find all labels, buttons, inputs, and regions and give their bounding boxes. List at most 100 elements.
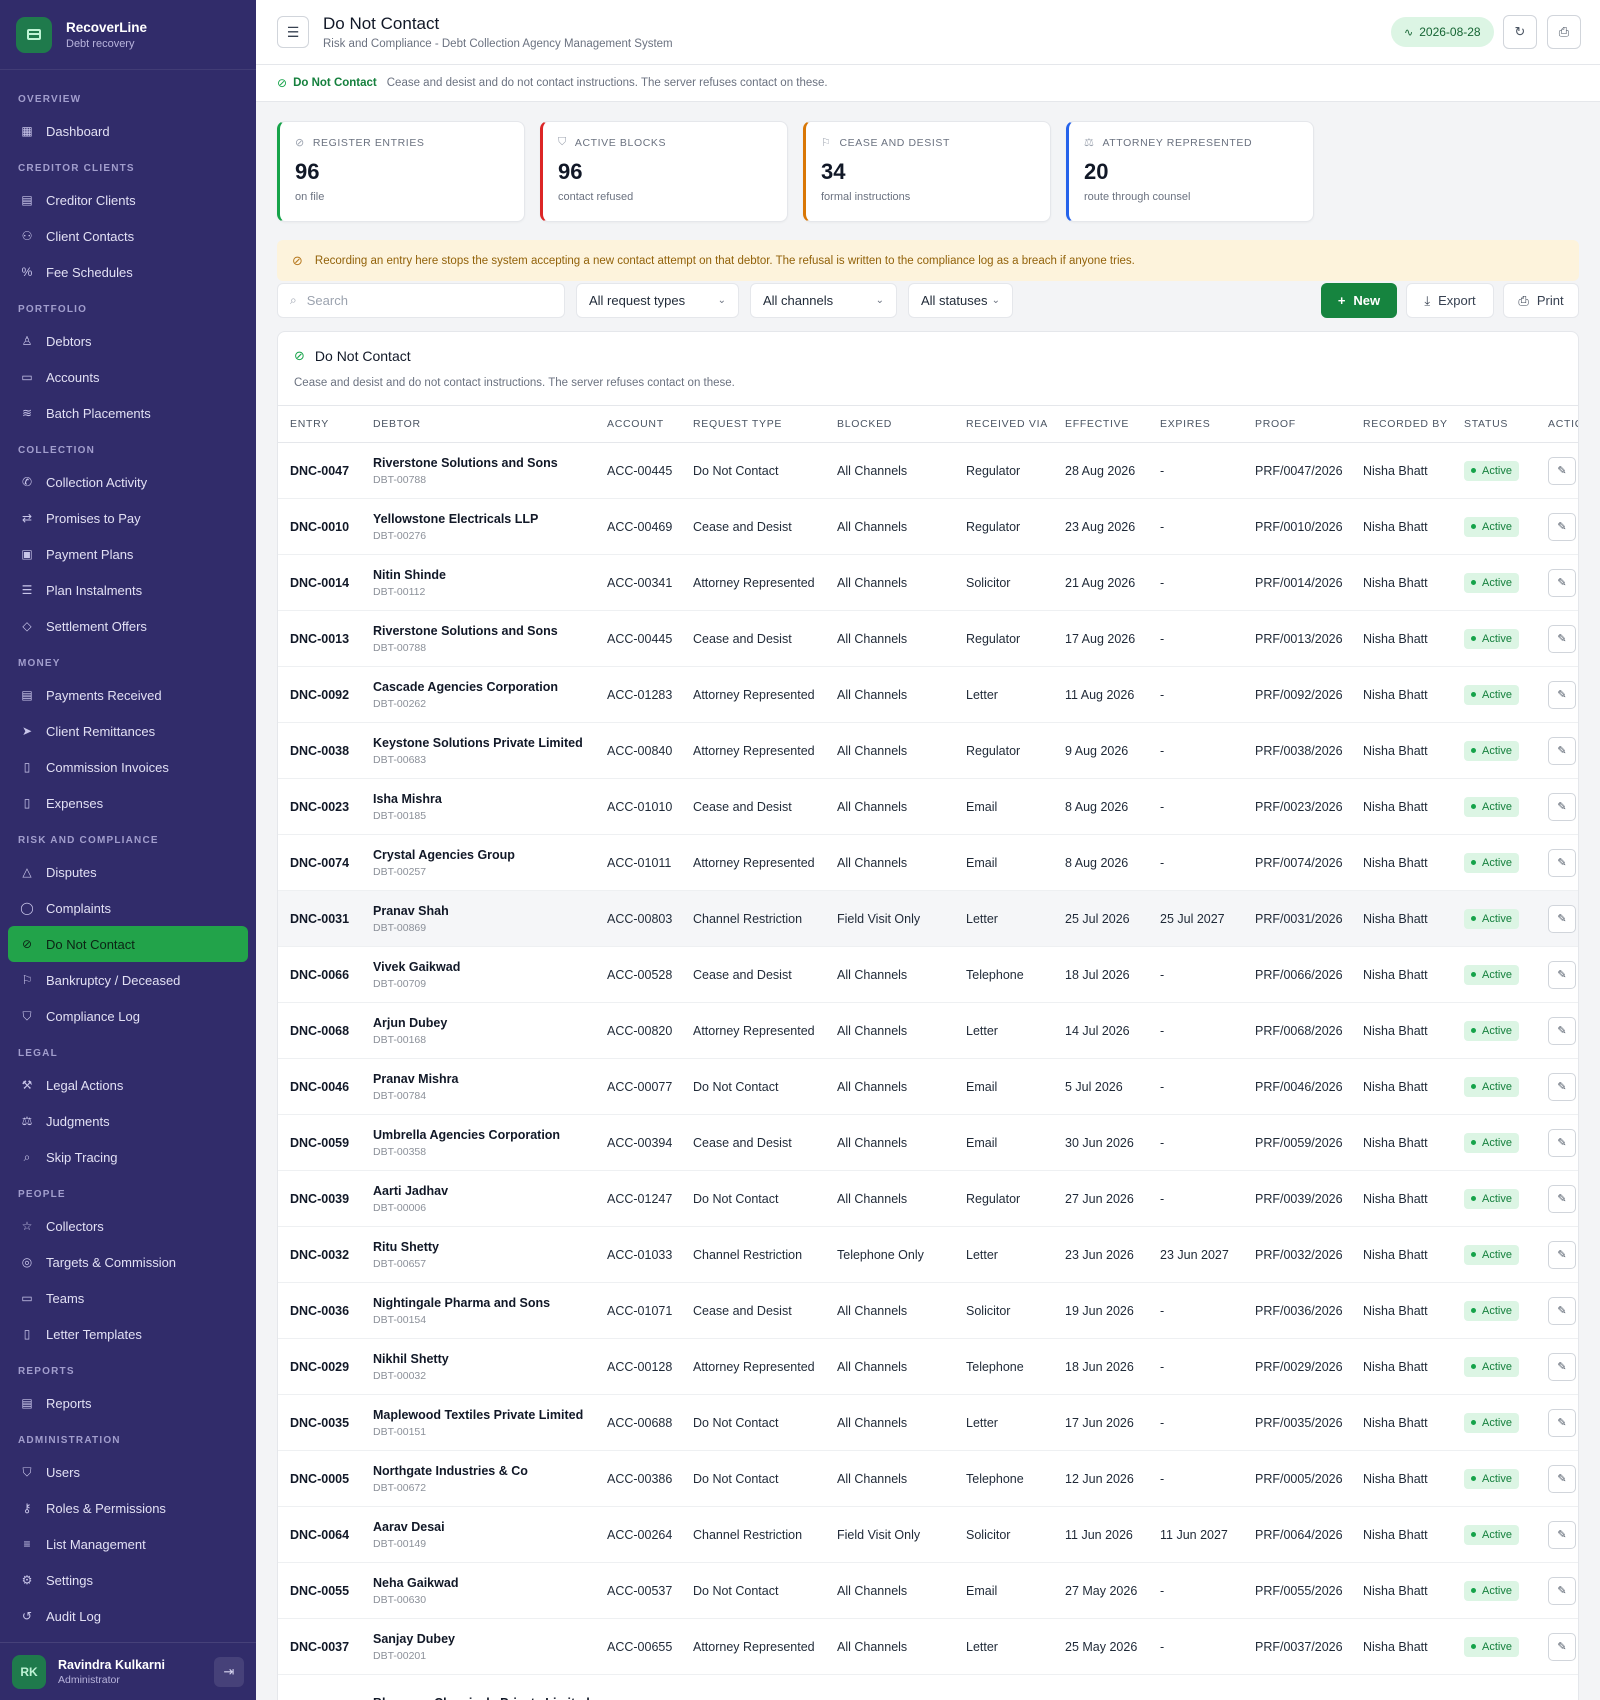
entry-id[interactable]: DNC-0032 bbox=[290, 1248, 349, 1262]
entry-id[interactable]: DNC-0038 bbox=[290, 744, 349, 758]
table-row[interactable]: DNC-0068 Arjun Dubey DBT-00168 ACC-00820 Att… bbox=[278, 1002, 1578, 1059]
sidebar-item-compliance-log[interactable]: ⛉ Compliance Log bbox=[0, 998, 248, 1034]
column-header[interactable]: Entry bbox=[278, 405, 361, 443]
sidebar-item-settings[interactable]: ⚙ Settings bbox=[0, 1562, 248, 1598]
avatar[interactable]: RK bbox=[12, 1654, 46, 1689]
sidebar-item-payment-plans[interactable]: ▣ Payment Plans bbox=[0, 536, 248, 572]
debtor-name[interactable]: Crystal Agencies Group bbox=[373, 848, 595, 862]
debtor-name[interactable]: Nitin Shinde bbox=[373, 568, 595, 582]
sidebar-item-debtors[interactable]: ♙ Debtors bbox=[0, 323, 248, 359]
debtor-name[interactable]: Aarav Desai bbox=[373, 1520, 595, 1534]
sidebar-item-users[interactable]: ⛉ Users bbox=[0, 1454, 248, 1490]
column-header[interactable]: Recorded By bbox=[1351, 405, 1452, 443]
sidebar-item-teams[interactable]: ▭ Teams bbox=[0, 1280, 248, 1316]
entry-id[interactable]: DNC-0064 bbox=[290, 1528, 349, 1542]
sidebar-item-client-remittances[interactable]: ➤ Client Remittances bbox=[0, 713, 248, 749]
sidebar-item-payments-received[interactable]: ▤ Payments Received bbox=[0, 677, 248, 713]
debtor-name[interactable]: Maplewood Textiles Private Limited bbox=[373, 1408, 595, 1422]
table-row[interactable]: DNC-0005 Northgate Industries & Co DBT-006… bbox=[278, 1450, 1578, 1507]
column-header[interactable]: Debtor bbox=[361, 405, 595, 443]
new-button[interactable]: + New bbox=[1321, 283, 1397, 318]
table-row[interactable]: DNC-0055 Neha Gaikwad DBT-00630 ACC-00537 Do… bbox=[278, 1562, 1578, 1619]
entry-id[interactable]: DNC-0013 bbox=[290, 632, 349, 646]
table-row[interactable]: DNC-0023 Isha Mishra DBT-00185 ACC-01010 Cea… bbox=[278, 778, 1578, 835]
sidebar-item-client-contacts[interactable]: ⚇ Client Contacts bbox=[0, 218, 248, 254]
debtor-name[interactable]: Sanjay Dubey bbox=[373, 1632, 595, 1646]
table-row[interactable]: DNC-0074 Crystal Agencies Group DBT-00257 A… bbox=[278, 834, 1578, 891]
edit-icon[interactable]: ✎ bbox=[1548, 1520, 1576, 1549]
edit-icon[interactable]: ✎ bbox=[1548, 1296, 1576, 1325]
edit-icon[interactable]: ✎ bbox=[1548, 1576, 1576, 1605]
debtor-name[interactable]: Neha Gaikwad bbox=[373, 1576, 595, 1590]
table-row[interactable]: DNC-0036 Nightingale Pharma and Sons DBT-0… bbox=[278, 1282, 1578, 1339]
entry-id[interactable]: DNC-0023 bbox=[290, 800, 349, 814]
status-select[interactable]: All statuses ⌄ bbox=[908, 283, 1013, 318]
logout-icon[interactable]: ⇥ bbox=[214, 1656, 244, 1687]
table-row[interactable]: Bluewave Chemicals Private Limited bbox=[278, 1674, 1578, 1700]
debtor-name[interactable]: Pranav Shah bbox=[373, 904, 595, 918]
table-row[interactable]: DNC-0031 Pranav Shah DBT-00869 ACC-00803 Cha… bbox=[278, 890, 1578, 947]
edit-icon[interactable]: ✎ bbox=[1548, 960, 1576, 989]
debtor-name[interactable]: Ritu Shetty bbox=[373, 1240, 595, 1254]
edit-icon[interactable]: ✎ bbox=[1548, 792, 1576, 821]
edit-icon[interactable]: ✎ bbox=[1548, 1128, 1576, 1157]
column-header[interactable]: Proof bbox=[1243, 405, 1351, 443]
brand[interactable]: RecoverLine Debt recovery bbox=[0, 0, 256, 70]
entry-id[interactable]: DNC-0035 bbox=[290, 1416, 349, 1430]
sidebar-item-roles-permissions[interactable]: ⚷ Roles & Permissions bbox=[0, 1490, 248, 1526]
edit-icon[interactable]: ✎ bbox=[1548, 1016, 1576, 1045]
edit-icon[interactable]: ✎ bbox=[1548, 1072, 1576, 1101]
debtor-name[interactable]: Keystone Solutions Private Limited bbox=[373, 736, 595, 750]
table-row[interactable]: DNC-0013 Riverstone Solutions and Sons DBT… bbox=[278, 610, 1578, 667]
column-header[interactable]: Expires bbox=[1148, 405, 1243, 443]
table-row[interactable]: DNC-0014 Nitin Shinde DBT-00112 ACC-00341 At… bbox=[278, 554, 1578, 611]
print-icon[interactable]: ⎙ bbox=[1547, 15, 1581, 49]
debtor-name[interactable]: Cascade Agencies Corporation bbox=[373, 680, 595, 694]
edit-icon[interactable]: ✎ bbox=[1548, 848, 1576, 877]
column-header[interactable]: Status bbox=[1452, 405, 1536, 443]
sidebar-item-creditor-clients[interactable]: ▤ Creditor Clients bbox=[0, 182, 248, 218]
request-type-select[interactable]: All request types ⌄ bbox=[576, 283, 739, 318]
column-header[interactable]: Effective bbox=[1053, 405, 1148, 443]
edit-icon[interactable]: ✎ bbox=[1548, 1184, 1576, 1213]
table-row[interactable]: DNC-0066 Vivek Gaikwad DBT-00709 ACC-00528 C… bbox=[278, 946, 1578, 1003]
sidebar-item-audit-log[interactable]: ↺ Audit Log bbox=[0, 1598, 248, 1634]
debtor-name[interactable]: Riverstone Solutions and Sons bbox=[373, 624, 595, 638]
sidebar-item-targets-commission[interactable]: ◎ Targets & Commission bbox=[0, 1244, 248, 1280]
entry-id[interactable]: DNC-0059 bbox=[290, 1136, 349, 1150]
debtor-name[interactable]: Pranav Mishra bbox=[373, 1072, 595, 1086]
sidebar-item-batch-placements[interactable]: ≋ Batch Placements bbox=[0, 395, 248, 431]
sidebar-item-skip-tracing[interactable]: ⌕ Skip Tracing bbox=[0, 1139, 248, 1175]
debtor-name[interactable]: Northgate Industries & Co bbox=[373, 1464, 595, 1478]
table-row[interactable]: DNC-0059 Umbrella Agencies Corporation DBT… bbox=[278, 1114, 1578, 1171]
table-row[interactable]: DNC-0038 Keystone Solutions Private Limit… bbox=[278, 722, 1578, 779]
table-row[interactable]: DNC-0029 Nikhil Shetty DBT-00032 ACC-00128 A… bbox=[278, 1338, 1578, 1395]
entry-id[interactable]: DNC-0066 bbox=[290, 968, 349, 982]
debtor-name[interactable]: Arjun Dubey bbox=[373, 1016, 595, 1030]
entry-id[interactable]: DNC-0068 bbox=[290, 1024, 349, 1038]
debtor-name[interactable]: Vivek Gaikwad bbox=[373, 960, 595, 974]
table-row[interactable]: DNC-0092 Cascade Agencies Corporation DBT-… bbox=[278, 666, 1578, 723]
sidebar-item-disputes[interactable]: △ Disputes bbox=[0, 854, 248, 890]
print-button[interactable]: ⎙ Print bbox=[1503, 283, 1579, 318]
column-header[interactable]: Actions bbox=[1536, 405, 1578, 443]
channel-select[interactable]: All channels ⌄ bbox=[750, 283, 897, 318]
debtor-name[interactable]: Nikhil Shetty bbox=[373, 1352, 595, 1366]
entry-id[interactable]: DNC-0046 bbox=[290, 1080, 349, 1094]
entry-id[interactable]: DNC-0005 bbox=[290, 1472, 349, 1486]
sidebar-item-list-management[interactable]: ≡ List Management bbox=[0, 1526, 248, 1562]
sidebar-item-letter-templates[interactable]: ▯ Letter Templates bbox=[0, 1316, 248, 1352]
edit-icon[interactable]: ✎ bbox=[1548, 680, 1576, 709]
entry-id[interactable]: DNC-0074 bbox=[290, 856, 349, 870]
column-header[interactable]: Account bbox=[595, 405, 681, 443]
column-header[interactable]: Blocked bbox=[825, 405, 954, 443]
edit-icon[interactable]: ✎ bbox=[1548, 1352, 1576, 1381]
menu-toggle-icon[interactable]: ☰ bbox=[277, 16, 309, 48]
debtor-name[interactable]: Bluewave Chemicals Private Limited bbox=[373, 1696, 595, 1700]
sidebar-item-legal-actions[interactable]: ⚒ Legal Actions bbox=[0, 1067, 248, 1103]
entry-id[interactable]: DNC-0037 bbox=[290, 1640, 349, 1654]
column-header[interactable]: Request Type bbox=[681, 405, 825, 443]
sidebar-item-complaints[interactable]: ◯ Complaints bbox=[0, 890, 248, 926]
sidebar-item-collectors[interactable]: ☆ Collectors bbox=[0, 1208, 248, 1244]
table-row[interactable]: DNC-0064 Aarav Desai DBT-00149 ACC-00264 Cha… bbox=[278, 1506, 1578, 1563]
